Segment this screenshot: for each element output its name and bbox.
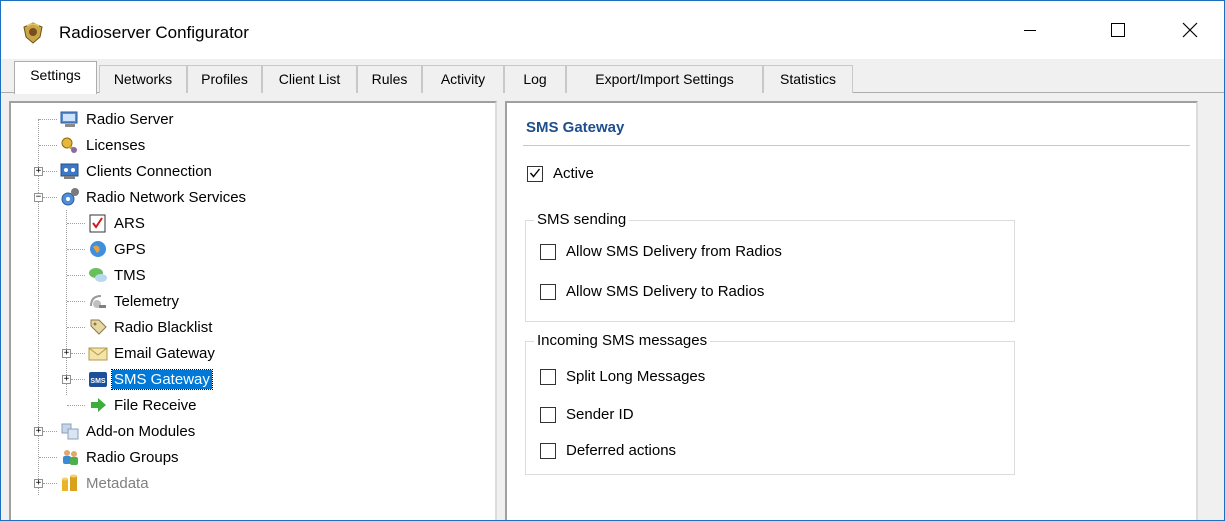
tree-item-addon-modules[interactable]: Add-on Modules xyxy=(59,419,197,443)
expand-addon-modules[interactable]: + xyxy=(34,427,43,436)
tree-item-radio-blacklist[interactable]: Radio Blacklist xyxy=(87,315,214,339)
tree-item-metadata[interactable]: Metadata xyxy=(59,471,151,495)
sender-id-row[interactable]: Sender ID xyxy=(540,406,634,423)
tab-strip: Settings Networks Profiles Client List R… xyxy=(1,59,1224,94)
checkmark-icon xyxy=(529,168,541,178)
tab-profiles[interactable]: Profiles xyxy=(187,65,262,93)
tree-item-clients-connection[interactable]: Clients Connection xyxy=(59,159,214,183)
tree-connector xyxy=(43,431,57,432)
section-title: SMS Gateway xyxy=(526,119,625,136)
ars-checklist-icon xyxy=(89,214,106,233)
active-label: Active xyxy=(553,165,594,182)
split-long-messages-checkbox[interactable] xyxy=(540,368,556,385)
tree-connector xyxy=(67,275,85,276)
tree-item-radio-network-services[interactable]: Radio Network Services xyxy=(59,185,248,209)
gps-globe-icon xyxy=(90,241,106,257)
window-title: Radioserver Configurator xyxy=(59,23,249,42)
deferred-actions-checkbox[interactable] xyxy=(540,442,556,459)
tree-connector-services xyxy=(66,210,67,395)
tree-connector xyxy=(39,119,57,120)
sms-gateway-settings-panel: SMS Gateway Active SMS sending Allow SMS… xyxy=(505,101,1198,520)
tms-chat-icon xyxy=(89,268,107,282)
tab-rules[interactable]: Rules xyxy=(357,65,422,93)
clients-connection-icon xyxy=(60,163,79,179)
tree-connector xyxy=(67,405,85,406)
tree-item-radio-server[interactable]: Radio Server xyxy=(59,107,176,131)
active-checkbox[interactable] xyxy=(527,165,543,182)
svg-text:SMS: SMS xyxy=(90,378,106,385)
radio-groups-icon xyxy=(63,450,78,465)
tree-item-licenses[interactable]: Licenses xyxy=(59,133,147,157)
allow-from-radios-row[interactable]: Allow SMS Delivery from Radios xyxy=(540,243,782,260)
metadata-cylinders-icon xyxy=(62,474,77,491)
tab-log[interactable]: Log xyxy=(504,65,566,93)
expand-metadata[interactable]: + xyxy=(34,479,43,488)
blacklist-tag-icon xyxy=(90,319,107,335)
tree-item-telemetry[interactable]: Telemetry xyxy=(87,289,181,313)
tree-item-email-gateway[interactable]: Email Gateway xyxy=(87,341,217,365)
deferred-actions-row[interactable]: Deferred actions xyxy=(540,442,676,459)
tree-connector xyxy=(39,145,57,146)
tab-statistics[interactable]: Statistics xyxy=(763,65,853,93)
incoming-sms-group: Incoming SMS messages Split Long Message… xyxy=(525,332,1015,475)
expand-email-gateway[interactable]: + xyxy=(62,349,71,358)
tab-export-import-settings[interactable]: Export/Import Settings xyxy=(566,65,763,93)
tab-activity[interactable]: Activity xyxy=(422,65,504,93)
expand-clients-connection[interactable]: + xyxy=(34,167,43,176)
tree-item-radio-groups[interactable]: Radio Groups xyxy=(59,445,181,469)
maximize-icon xyxy=(1111,23,1125,37)
split-long-messages-row[interactable]: Split Long Messages xyxy=(540,368,705,385)
tab-networks[interactable]: Networks xyxy=(99,65,187,93)
license-key-icon xyxy=(61,137,77,153)
incoming-sms-title: Incoming SMS messages xyxy=(534,332,711,349)
tree-connector xyxy=(67,301,85,302)
collapse-radio-network-services[interactable]: − xyxy=(34,193,43,202)
sender-id-checkbox[interactable] xyxy=(540,406,556,423)
allow-to-radios-row[interactable]: Allow SMS Delivery to Radios xyxy=(540,283,764,300)
sms-sending-group: SMS sending Allow SMS Delivery from Radi… xyxy=(525,211,1015,322)
tree-connector xyxy=(71,353,85,354)
tree-item-ars[interactable]: ARS xyxy=(87,211,147,235)
file-receive-arrow-icon xyxy=(91,398,106,412)
tree-item-file-receive[interactable]: File Receive xyxy=(87,393,199,417)
title-bar[interactable]: Radioserver Configurator xyxy=(1,1,1224,59)
email-envelope-icon xyxy=(88,347,108,361)
telemetry-satellite-icon xyxy=(90,295,106,308)
close-icon xyxy=(1182,22,1198,38)
network-services-icon xyxy=(61,188,79,206)
allow-sms-from-radios-checkbox[interactable] xyxy=(540,243,556,260)
tab-settings[interactable]: Settings xyxy=(14,61,97,94)
tree-connector xyxy=(43,483,57,484)
tree-item-sms-gateway[interactable]: SMS SMS Gateway xyxy=(87,367,213,391)
tree-connector xyxy=(67,249,85,250)
app-window: Radioserver Configurator Settings Networ… xyxy=(0,0,1225,521)
tree-connector xyxy=(43,197,57,198)
section-divider xyxy=(523,145,1190,146)
sms-icon: SMS xyxy=(89,372,107,387)
minimize-icon xyxy=(1024,30,1036,31)
active-checkbox-row[interactable]: Active xyxy=(527,165,594,182)
tab-client-list[interactable]: Client List xyxy=(262,65,357,93)
tree-connector xyxy=(43,171,57,172)
settings-tree[interactable]: + − + + + + Radio Server Licenses Client… xyxy=(9,101,497,520)
expand-sms-gateway[interactable]: + xyxy=(62,375,71,384)
maximize-button[interactable] xyxy=(1089,1,1147,59)
sms-sending-title: SMS sending xyxy=(534,211,630,228)
allow-sms-to-radios-checkbox[interactable] xyxy=(540,283,556,300)
tree-connector xyxy=(67,223,85,224)
settings-content: + − + + + + Radio Server Licenses Client… xyxy=(1,93,1224,520)
addon-modules-icon xyxy=(61,423,79,440)
tree-item-tms[interactable]: TMS xyxy=(87,263,148,287)
tree-connector xyxy=(39,457,57,458)
server-icon xyxy=(60,111,78,127)
tree-item-gps[interactable]: GPS xyxy=(87,237,148,261)
tree-connector xyxy=(67,327,85,328)
minimize-button[interactable] xyxy=(1001,1,1059,59)
app-logo-icon xyxy=(23,22,43,44)
close-button[interactable] xyxy=(1161,1,1219,59)
tree-connector xyxy=(71,379,85,380)
